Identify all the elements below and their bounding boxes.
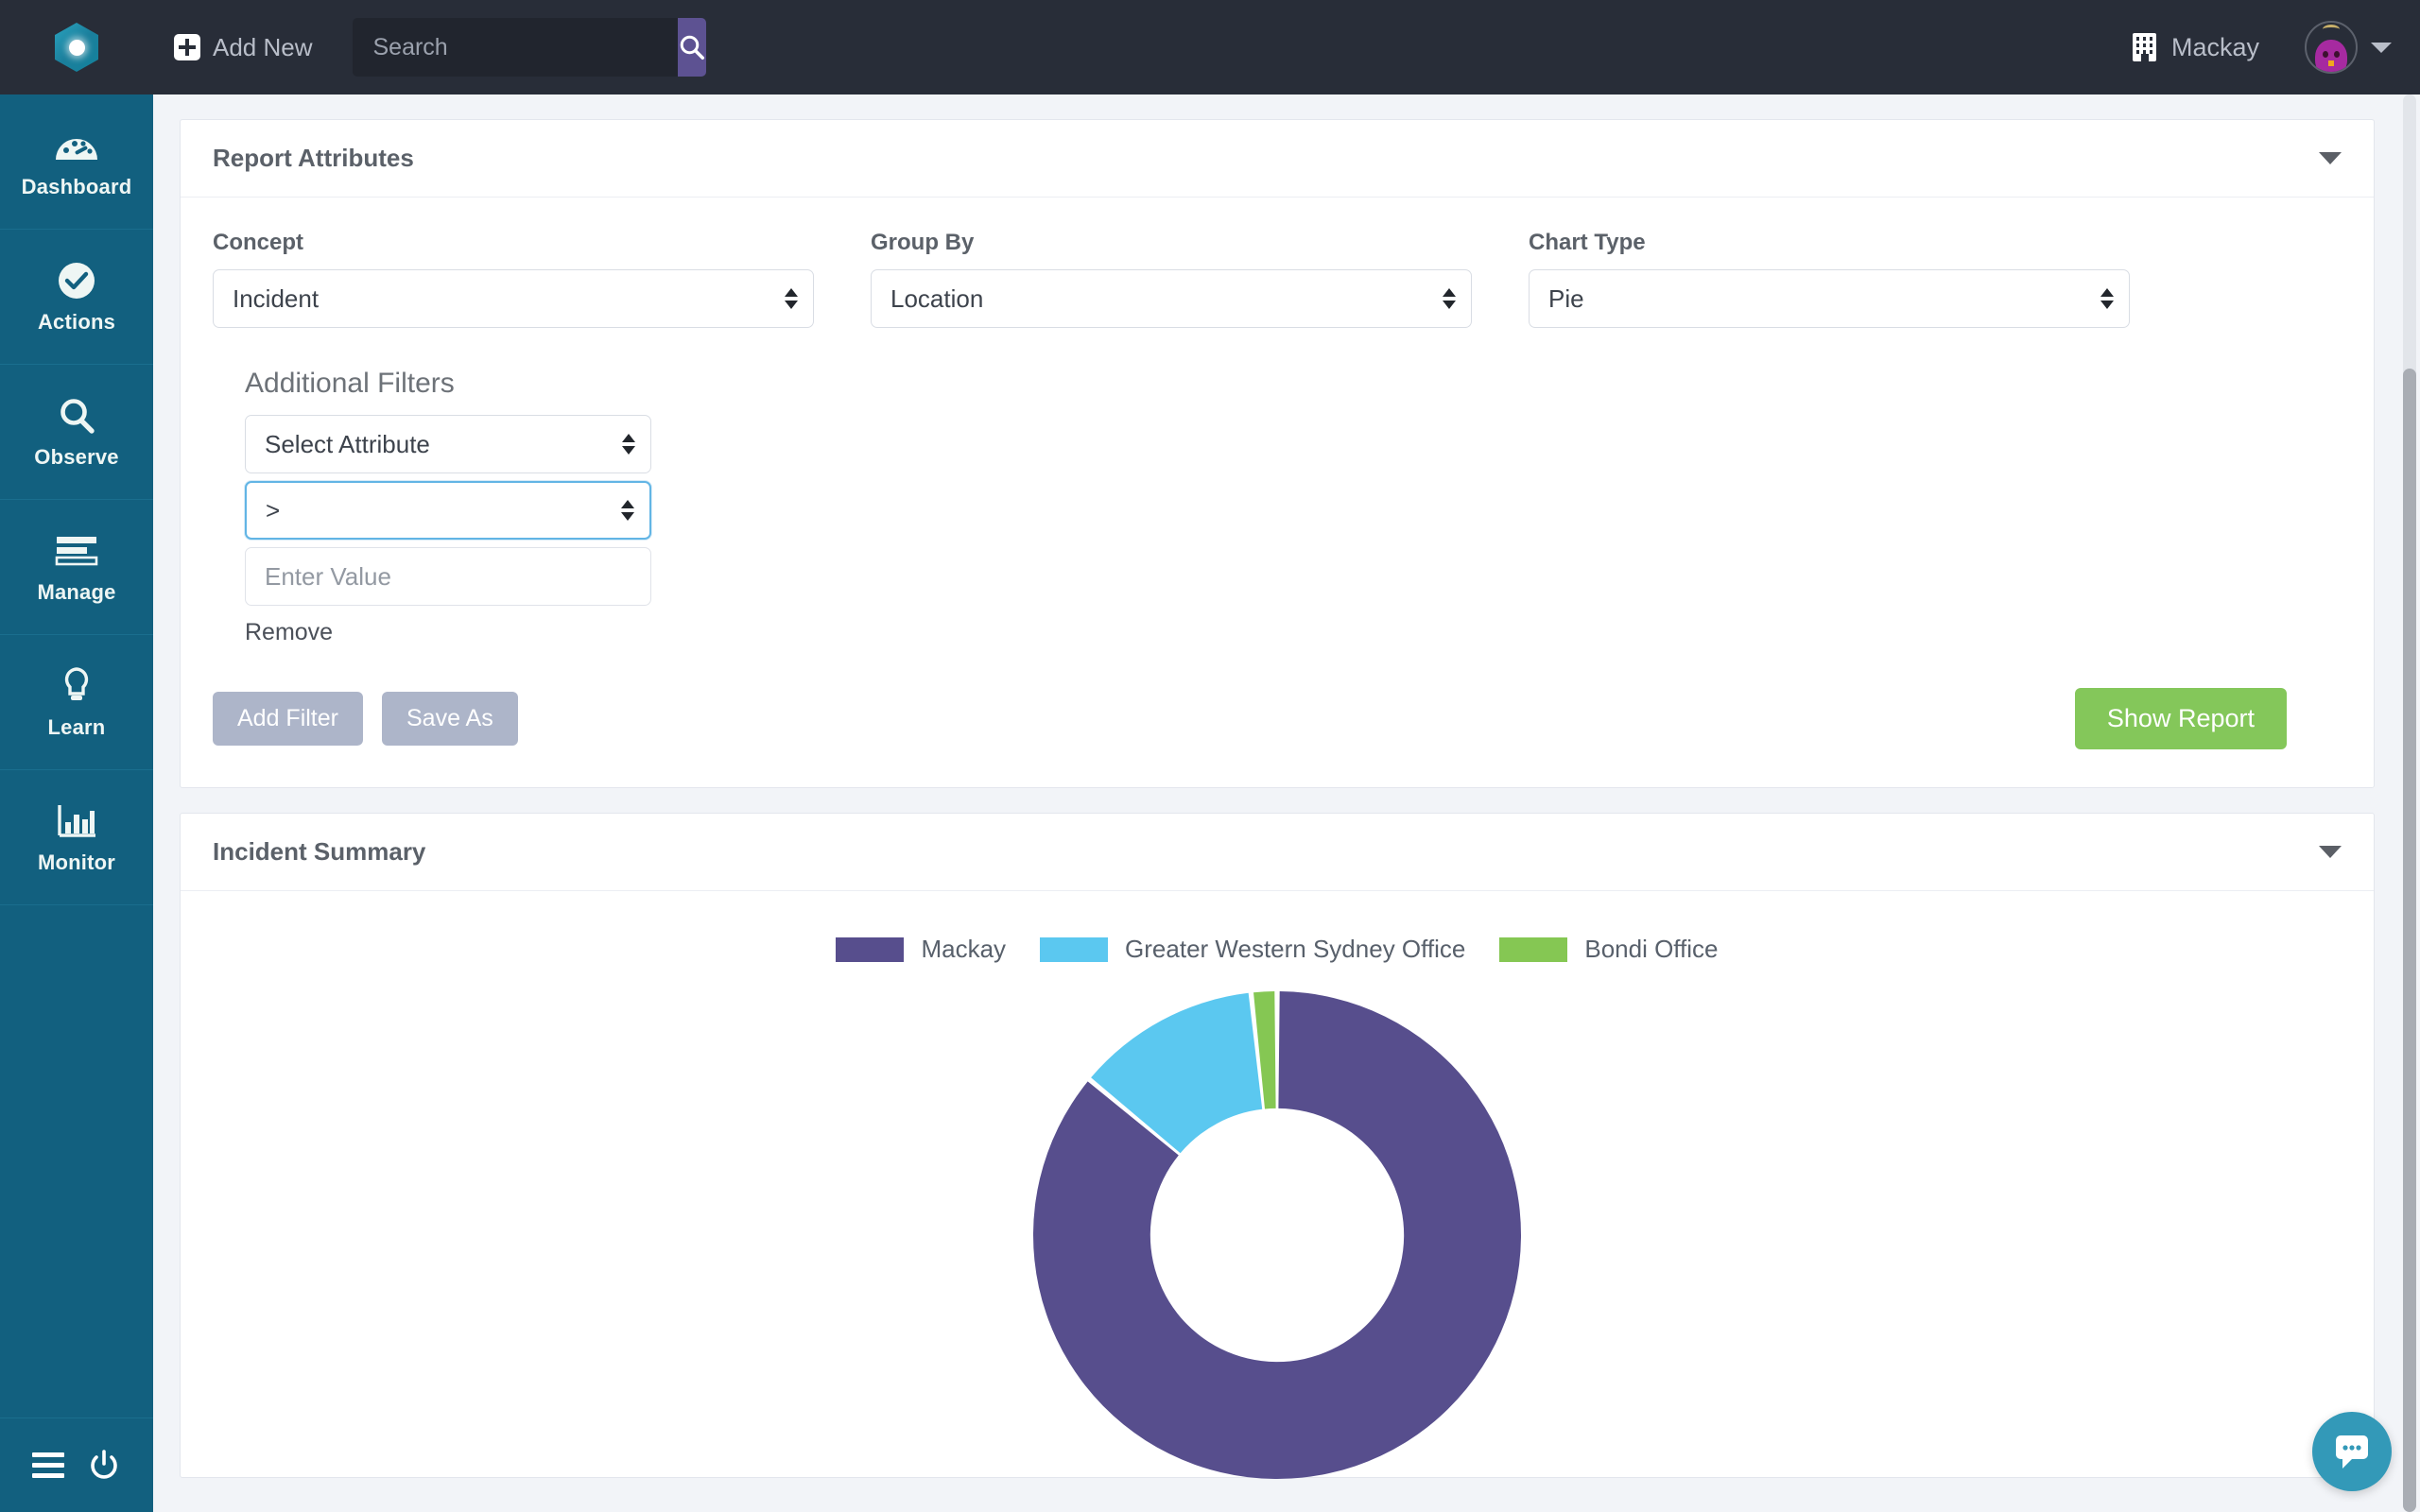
report-attributes-card: Report Attributes Concept Incident Group…: [180, 119, 2375, 788]
chart-type-field: Chart Type Pie: [1529, 230, 2130, 328]
legend-swatch: [1499, 936, 1568, 962]
legend-item[interactable]: Greater Western Sydney Office: [1040, 935, 1465, 964]
save-as-button[interactable]: Save As: [381, 692, 518, 746]
add-filter-button[interactable]: Add Filter: [213, 692, 363, 746]
filter-operator-value: >: [266, 495, 281, 524]
plus-square-icon: [174, 34, 200, 60]
top-bar-right: Mackay: [2132, 21, 2420, 74]
chart-area: Mackay Greater Western Sydney Office Bondi…: [181, 891, 2374, 1479]
filter-attribute-select[interactable]: Select Attribute: [245, 415, 651, 473]
donut-chart: [181, 985, 2374, 1486]
power-icon[interactable]: [87, 1449, 121, 1483]
spinner-icon: [785, 288, 798, 309]
sidebar-item-actions[interactable]: Actions: [0, 230, 153, 365]
sidebar: Dashboard Actions Observe Manage Learn M…: [0, 94, 153, 1512]
search-bar: [352, 18, 706, 77]
top-bar: Add New Mackay: [0, 0, 2420, 94]
report-attributes-body: Concept Incident Group By Location Chart…: [181, 198, 2374, 787]
additional-filters-heading: Additional Filters: [245, 368, 455, 399]
legend-swatch: [1040, 936, 1109, 962]
sidebar-footer: [0, 1418, 153, 1512]
group-by-label: Group By: [871, 230, 975, 255]
sidebar-item-manage[interactable]: Manage: [0, 500, 153, 635]
spinner-icon: [622, 434, 635, 455]
chevron-down-icon: [2371, 42, 2392, 53]
report-attributes-header: Report Attributes: [181, 120, 2374, 198]
incident-summary-title: Incident Summary: [213, 837, 426, 866]
legend-label: Bondi Office: [1584, 935, 1719, 963]
hexagon-logo-icon: [55, 23, 98, 72]
remove-filter-link[interactable]: Remove: [245, 619, 651, 646]
hamburger-menu-icon[interactable]: [32, 1452, 64, 1478]
avatar: [2305, 21, 2358, 74]
legend-swatch: [836, 936, 905, 962]
user-menu[interactable]: [2305, 21, 2392, 74]
caret-down-icon[interactable]: [2319, 846, 2342, 858]
list-icon: [55, 529, 98, 573]
chat-bubble-icon: [2336, 1435, 2368, 1469]
legend-label: Greater Western Sydney Office: [1125, 935, 1466, 963]
spinner-icon: [621, 500, 634, 521]
lightbulb-icon: [60, 664, 93, 708]
location-selector[interactable]: Mackay: [2132, 32, 2259, 62]
caret-down-icon[interactable]: [2319, 152, 2342, 164]
donut-svg: [1033, 991, 1521, 1479]
incident-summary-header: Incident Summary: [181, 814, 2374, 891]
sidebar-item-observe[interactable]: Observe: [0, 365, 153, 500]
incident-summary-card: Incident Summary Mackay Greater Western S…: [180, 813, 2375, 1479]
concept-value: Incident: [233, 284, 320, 313]
sidebar-item-monitor[interactable]: Monitor: [0, 770, 153, 905]
page-title: Report Attributes: [213, 144, 414, 172]
check-circle-icon: [55, 259, 98, 302]
concept-select[interactable]: Incident: [213, 269, 814, 328]
group-by-value: Location: [890, 284, 984, 313]
search-input[interactable]: [352, 18, 678, 77]
spinner-icon: [2100, 288, 2114, 309]
report-fields-row: Concept Incident Group By Location Chart…: [213, 230, 2342, 328]
sidebar-item-label: Monitor: [37, 850, 116, 874]
location-label: Mackay: [2170, 32, 2259, 61]
building-icon: [2132, 33, 2156, 61]
sidebar-item-label: Dashboard: [21, 175, 132, 198]
chart-type-value: Pie: [1548, 284, 1584, 313]
sidebar-item-label: Actions: [37, 310, 116, 334]
legend-label: Mackay: [921, 935, 1007, 963]
add-new-label: Add New: [213, 32, 313, 61]
filter-operator-select[interactable]: >: [245, 481, 651, 540]
search-icon: [56, 394, 97, 438]
sidebar-item-dashboard[interactable]: Dashboard: [0, 94, 153, 230]
group-by-field: Group By Location: [871, 230, 1472, 328]
spinner-icon: [1443, 288, 1456, 309]
scrollbar-thumb[interactable]: [2403, 369, 2416, 1512]
bar-chart-icon: [56, 799, 97, 843]
report-actions-row: Add Filter Save As Show Report: [213, 688, 2342, 749]
gauge-icon: [54, 124, 99, 167]
filter-value-input[interactable]: [245, 547, 651, 606]
sidebar-item-label: Observe: [34, 445, 119, 469]
concept-label: Concept: [213, 230, 303, 255]
chart-legend: Mackay Greater Western Sydney Office Bondi…: [181, 935, 2374, 964]
sidebar-item-learn[interactable]: Learn: [0, 635, 153, 770]
search-icon: [680, 35, 704, 60]
search-submit-button[interactable]: [677, 18, 706, 77]
vertical-scrollbar[interactable]: [2399, 94, 2420, 1512]
main-content: Report Attributes Concept Incident Group…: [153, 94, 2420, 1512]
filter-row: Select Attribute > Remove: [245, 415, 651, 646]
legend-item[interactable]: Bondi Office: [1499, 935, 1719, 964]
add-new-button[interactable]: Add New: [174, 0, 313, 94]
chart-type-label: Chart Type: [1529, 230, 1646, 255]
sidebar-item-label: Learn: [47, 715, 106, 739]
legend-item[interactable]: Mackay: [836, 935, 1006, 964]
chat-button[interactable]: [2312, 1412, 2392, 1491]
filter-attribute-value: Select Attribute: [265, 429, 430, 458]
chart-type-select[interactable]: Pie: [1529, 269, 2130, 328]
sidebar-item-label: Manage: [37, 580, 116, 604]
group-by-select[interactable]: Location: [871, 269, 1472, 328]
show-report-button[interactable]: Show Report: [2074, 688, 2287, 749]
app-logo[interactable]: [0, 23, 153, 72]
concept-field: Concept Incident: [213, 230, 814, 328]
